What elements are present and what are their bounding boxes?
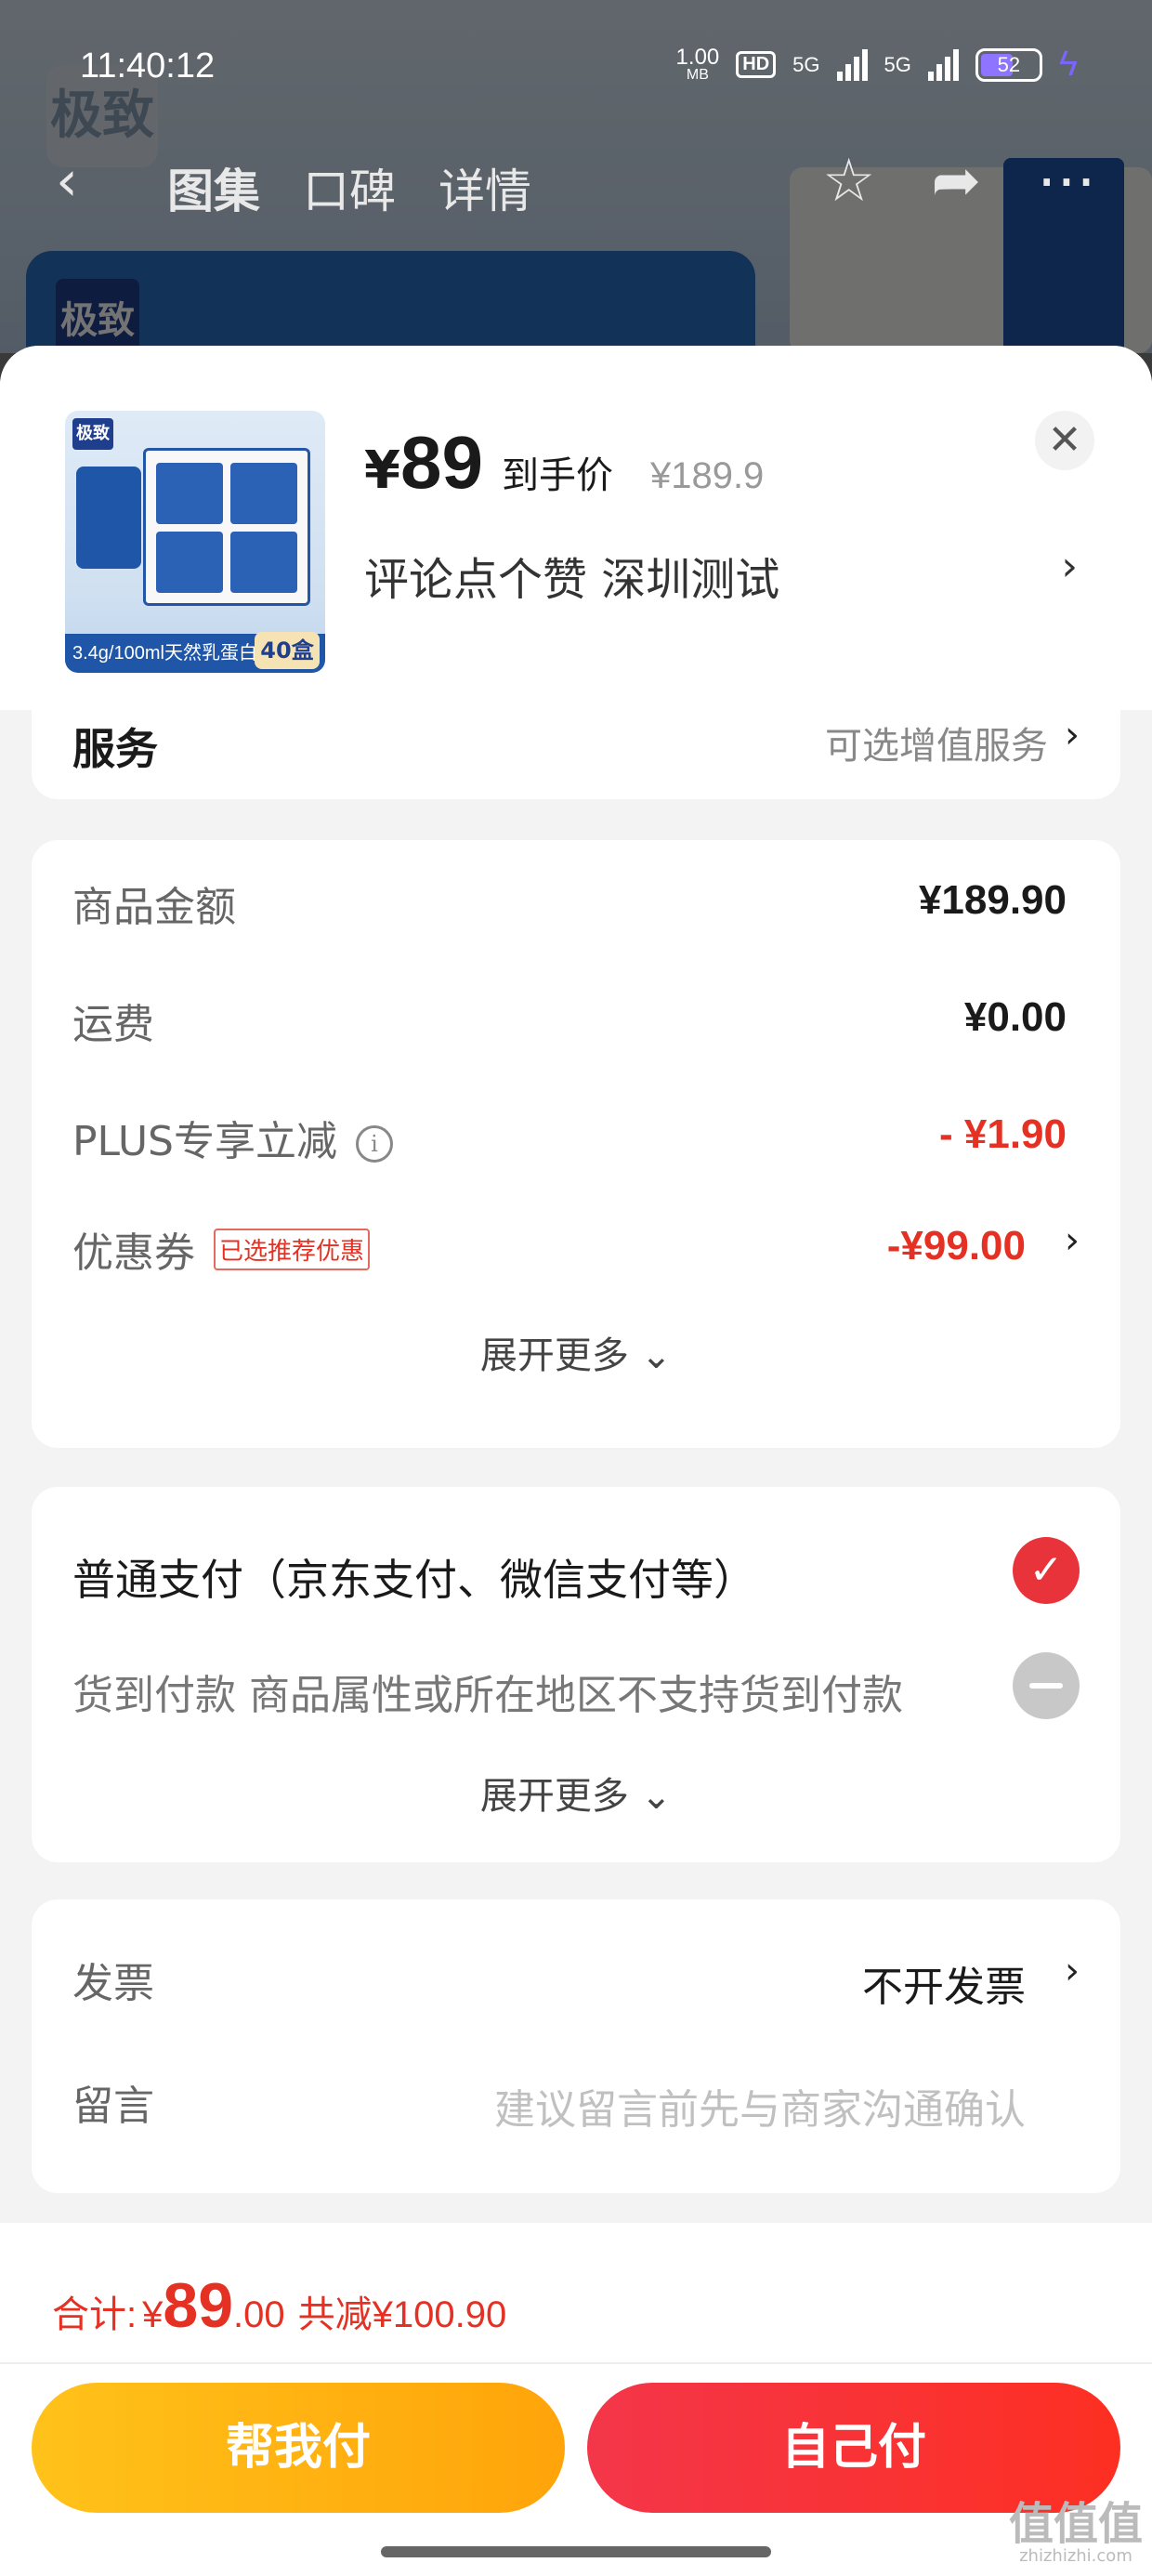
product-nav-bar: ‹ 图集 口碑 详情 ☆ ➦ ⋯	[0, 139, 1152, 232]
star-icon[interactable]: ☆	[822, 147, 875, 216]
goods-amount-row: 商品金额 ¥189.90	[72, 874, 1080, 948]
share-icon[interactable]: ➦	[931, 147, 981, 216]
back-icon[interactable]: ‹	[56, 149, 78, 214]
signal-icon-2	[927, 48, 959, 81]
nav-tabs: 图集 口碑 详情	[167, 154, 531, 221]
chevron-down-icon: ⌄	[640, 1334, 673, 1377]
amount-card: 商品金额 ¥189.90 运费 ¥0.00 PLUS专享立减 i - ¥1.90 …	[32, 840, 1120, 1448]
tab-reviews[interactable]: 口碑	[303, 154, 396, 221]
hd-icon: HD	[736, 51, 777, 78]
plus-discount-label: PLUS专享立减 i	[72, 1108, 393, 1167]
thumbnail-logo: 极致	[72, 418, 113, 450]
product-description[interactable]: 评论点个赞 深圳测试	[364, 543, 779, 608]
price-row: ¥ 89 到手价 ¥189.9	[364, 420, 764, 506]
payment-option-normal[interactable]: 普通支付（京东支付、微信支付等） ✓	[72, 1537, 1080, 1621]
more-icon[interactable]: ⋯	[1037, 147, 1096, 216]
signal-icon	[836, 48, 868, 81]
status-icons: 1.00 MB HD 5G 5G 52 ϟ	[676, 45, 1078, 85]
status-bar: 11:40:12 1.00 MB HD 5G 5G 52 ϟ	[0, 37, 1152, 102]
invoice-row[interactable]: 发票 不开发票 ›	[72, 1950, 1080, 2024]
tab-details[interactable]: 详情	[439, 154, 531, 221]
coupon-label: 优惠券 已选推荐优惠	[72, 1219, 371, 1279]
home-indicator[interactable]	[381, 2546, 771, 2557]
checkout-bottom-bar: 合计: ¥ 89 .00 共减¥100.90 帮我付 自己付 值值值 zhizhi…	[0, 2223, 1152, 2576]
chevron-right-icon[interactable]: ›	[1065, 714, 1080, 756]
final-price: 89	[399, 421, 483, 504]
total-amount: 89	[163, 2270, 234, 2341]
price-tag: 到手价	[501, 454, 613, 497]
chevron-right-icon[interactable]: ›	[1065, 1950, 1080, 1992]
background-page: 极致 极致 11:40:12 1.00MB HD 5G 5G 52 ϟ ‹ 图集…	[0, 0, 1152, 353]
checked-icon[interactable]: ✓	[1013, 1537, 1080, 1604]
battery-icon: 52	[975, 47, 1042, 82]
close-button[interactable]: ✕	[1035, 411, 1094, 470]
payment-option-cod: 货到付款 商品属性或所在地区不支持货到付款	[72, 1652, 1080, 1736]
site-watermark: 值值值 zhizhizhi.com	[1008, 2498, 1143, 2566]
total-currency: ¥	[142, 2294, 164, 2335]
plus-discount-value: - ¥1.90	[939, 1111, 1067, 1157]
product-thumbnail: 极致 3.4g/100ml天然乳蛋白 40盒	[65, 411, 325, 673]
payment-card: 普通支付（京东支付、微信支付等） ✓ 货到付款 商品属性或所在地区不支持货到付款…	[32, 1487, 1120, 1862]
chevron-down-icon: ⌄	[640, 1775, 673, 1818]
coupon-row[interactable]: 优惠券 已选推荐优惠 -¥99.00 ›	[72, 1219, 1080, 1294]
payment-cod-label: 货到付款 商品属性或所在地区不支持货到付款	[72, 1672, 903, 1719]
price-currency: ¥	[364, 440, 400, 501]
service-label: 服务	[72, 724, 158, 774]
coupon-value: -¥99.00	[886, 1223, 1026, 1268]
message-input[interactable]: 建议留言前先与商家沟通确认	[494, 2076, 1026, 2136]
chevron-right-icon[interactable]: ›	[1061, 543, 1078, 590]
message-label: 留言	[72, 2083, 154, 2130]
goods-amount-value: ¥189.90	[918, 877, 1067, 923]
coupon-badge: 已选推荐优惠	[214, 1229, 371, 1270]
status-time: 11:40:12	[80, 46, 216, 85]
shipping-row: 运费 ¥0.00	[72, 991, 1080, 1065]
product-summary: 极致 3.4g/100ml天然乳蛋白 40盒 ¥ 89 到手价 ¥189.9 评…	[0, 346, 1152, 710]
divider	[0, 2362, 1152, 2364]
invoice-card: 发票 不开发票 › 留言 建议留言前先与商家沟通确认	[32, 1899, 1120, 2193]
plus-discount-row: PLUS专享立减 i - ¥1.90	[72, 1108, 1080, 1182]
disabled-icon	[1013, 1652, 1080, 1719]
help-me-pay-button[interactable]: 帮我付	[32, 2383, 565, 2513]
invoice-value: 不开发票	[862, 1964, 1026, 2011]
pay-myself-button[interactable]: 自己付	[587, 2383, 1120, 2513]
total-decimal: .00	[233, 2294, 285, 2335]
payment-expand-more-button[interactable]: 展开更多 ⌄	[32, 1766, 1120, 1820]
invoice-label: 发票	[72, 1960, 154, 2007]
thumbnail-count: 40盒	[255, 632, 320, 669]
network-speed: 1.00 MB	[675, 44, 720, 83]
tab-gallery[interactable]: 图集	[167, 154, 260, 221]
original-price: ¥189.9	[649, 455, 765, 496]
shipping-label: 运费	[72, 1001, 154, 1048]
network-label-1: 5G	[792, 52, 820, 76]
info-icon[interactable]: i	[356, 1125, 393, 1163]
chevron-right-icon[interactable]: ›	[1065, 1219, 1080, 1262]
payment-normal-label: 普通支付（京东支付、微信支付等）	[72, 1555, 756, 1605]
goods-amount-label: 商品金额	[72, 884, 236, 931]
message-row: 留言 建议留言前先与商家沟通确认	[72, 2072, 1080, 2147]
network-label-2: 5G	[884, 52, 911, 76]
service-value: 可选增值服务	[825, 725, 1048, 768]
charging-icon: ϟ	[1058, 45, 1078, 84]
shipping-value: ¥0.00	[963, 994, 1067, 1040]
nav-actions: ☆ ➦ ⋯	[822, 147, 1096, 216]
total-saved: 共减¥100.90	[297, 2294, 507, 2335]
total-label: 合计:	[52, 2294, 137, 2335]
service-card[interactable]: 服务 可选增值服务 ›	[32, 708, 1120, 799]
order-total: 合计: ¥ 89 .00 共减¥100.90	[52, 2269, 506, 2342]
expand-more-button[interactable]: 展开更多 ⌄	[32, 1325, 1120, 1379]
